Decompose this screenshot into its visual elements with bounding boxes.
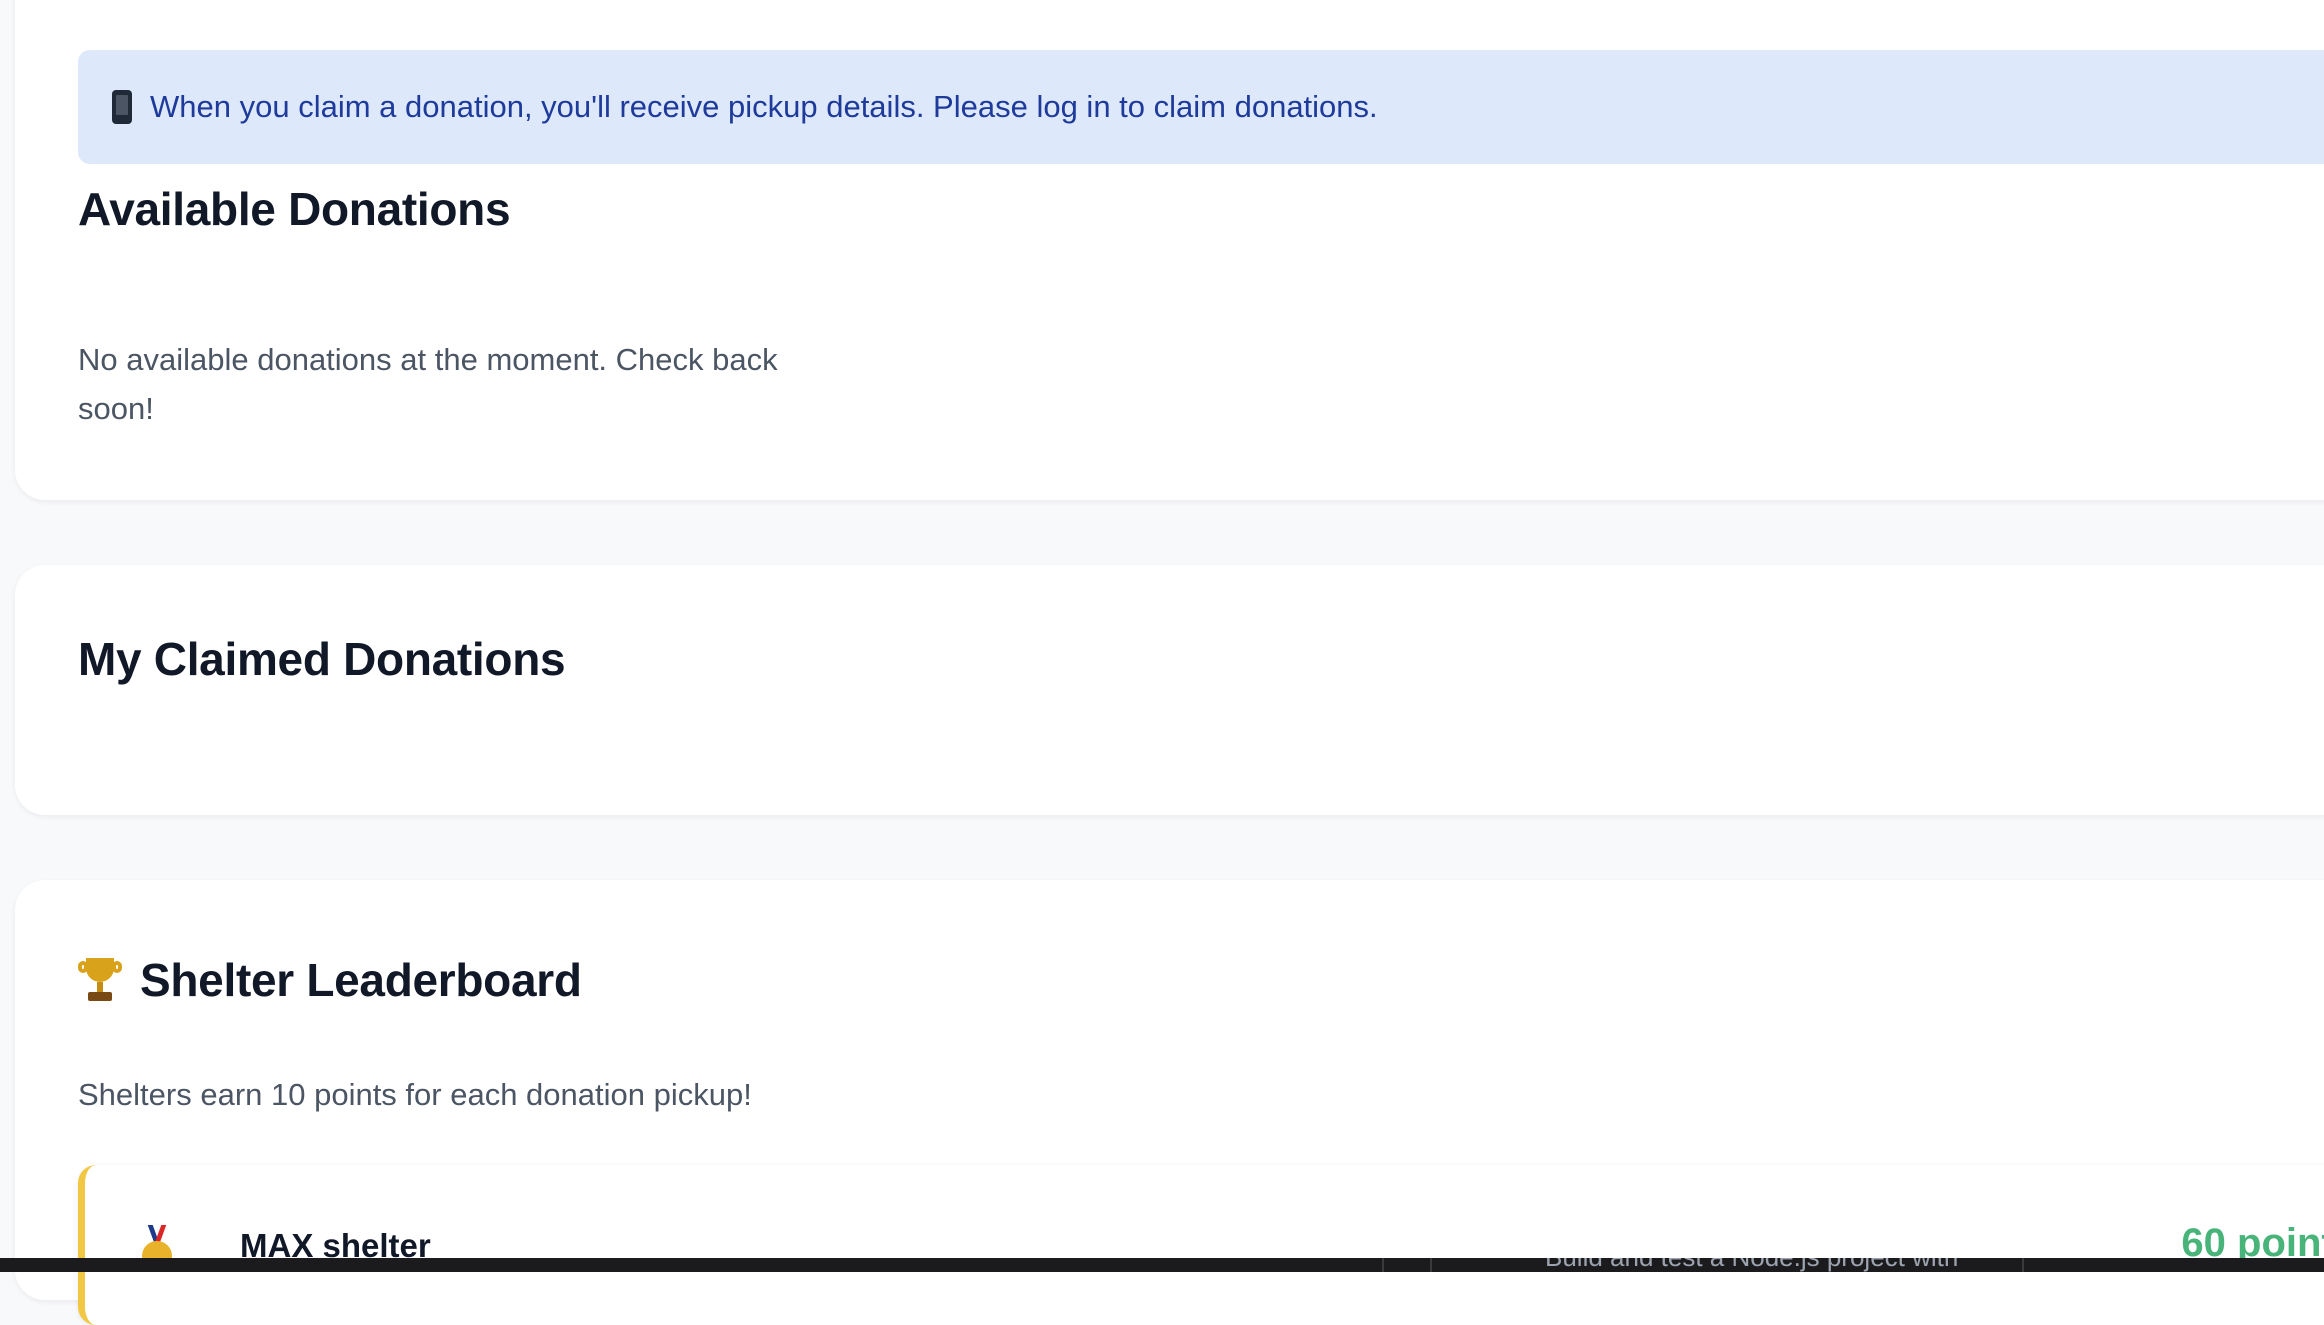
taskbar-divider: [1430, 1258, 1432, 1272]
gold-medal-icon: [140, 1225, 174, 1285]
info-banner: When you claim a donation, you'll receiv…: [78, 50, 2324, 164]
leaderboard-description: Shelters earn 10 points for each donatio…: [78, 1077, 752, 1112]
claimed-donations-title: My Claimed Donations: [78, 633, 566, 685]
available-donations-card: When you claim a donation, you'll receiv…: [15, 0, 2324, 500]
leaderboard-entry: MAX shelter 60 points: [78, 1165, 2324, 1325]
claimed-donations-card: My Claimed Donations: [15, 565, 2324, 815]
phone-icon: [112, 90, 132, 124]
info-banner-text: When you claim a donation, you'll receiv…: [150, 89, 1378, 124]
taskbar: Build and test a Node.js project with: [0, 1258, 2324, 1272]
taskbar-divider: [2022, 1258, 2024, 1272]
trophy-icon: [78, 956, 122, 1004]
empty-donations-message: No available donations at the moment. Ch…: [78, 342, 778, 426]
leaderboard-title-text: Shelter Leaderboard: [140, 954, 582, 1006]
taskbar-item-text[interactable]: Build and test a Node.js project with: [1545, 1258, 1958, 1272]
available-donations-title: Available Donations: [78, 183, 511, 235]
leaderboard-title: Shelter Leaderboard: [78, 953, 582, 1007]
taskbar-divider: [1382, 1258, 1384, 1272]
leaderboard-card: Shelter Leaderboard Shelters earn 10 poi…: [15, 880, 2324, 1325]
